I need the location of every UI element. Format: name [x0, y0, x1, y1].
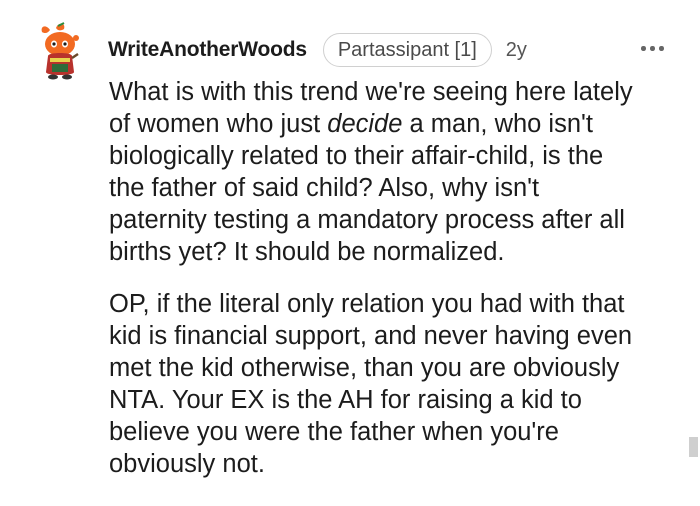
comment-body: What is with this trend we're seeing her…	[109, 76, 699, 480]
paragraph-1-line-5: paternity testing a mandatory process af…	[109, 206, 625, 234]
paragraph-1-line-2-start: of women who just	[109, 110, 328, 138]
snoo-avatar-icon[interactable]	[36, 22, 86, 82]
scrollbar-handle[interactable]	[689, 437, 698, 457]
paragraph-1-line-4: the father of said child? Also, why isn'…	[109, 174, 540, 202]
comment-paragraph-2: OP, if the literal only relation you had…	[109, 290, 633, 478]
paragraph-1-line-3: biologically related to their affair-chi…	[109, 142, 604, 170]
user-flair: Partassipant [1]	[322, 33, 492, 67]
comment: WriteAnotherWoods Partassipant [1] 2y Wh…	[0, 0, 700, 506]
comment-header: WriteAnotherWoods Partassipant [1] 2y	[108, 32, 527, 68]
paragraph-1-line-2-end: a man, who isn't	[402, 110, 593, 138]
comment-paragraph-1: What is with this trend we're seeing her…	[109, 76, 699, 268]
paragraph-1-line-1: What is with this trend we're seeing her…	[109, 78, 633, 106]
author-name[interactable]: WriteAnotherWoods	[108, 38, 307, 62]
paragraph-1-line-6: births yet? It should be normalized.	[109, 238, 505, 266]
ellipsis-icon[interactable]	[638, 40, 668, 56]
comment-age: 2y	[505, 38, 527, 61]
emphasis-text: decide	[327, 110, 403, 138]
